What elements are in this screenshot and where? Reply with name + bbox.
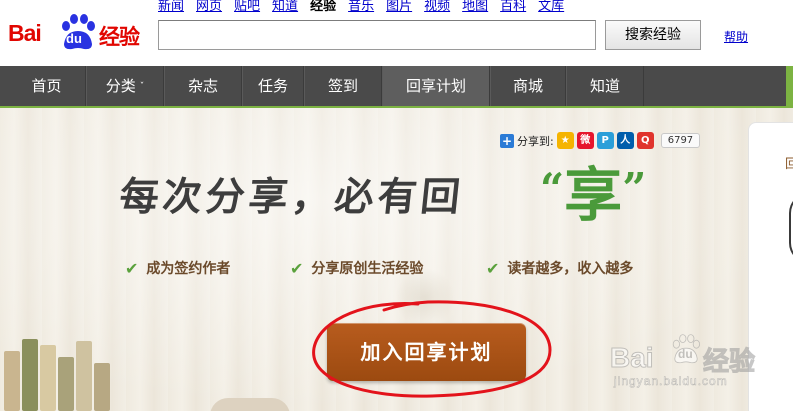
watermark-jingyan: 经验 [702,347,756,378]
site-header: Bai du 经验 新闻 网页 贴吧 知道 经验 音乐 图片 视频 地图 百科 … [0,0,793,66]
product-link-music[interactable]: 音乐 [348,0,374,14]
nav-item-huixiang-plan[interactable]: 回享计划 [382,66,490,106]
nav-item-label: 首页 [31,77,62,95]
share-label: 分享到: [517,134,554,148]
nav-item-label: 分类 [105,77,136,95]
renren-icon[interactable]: 人 [616,132,634,149]
logo-jingyan-text: 经验 [99,25,140,49]
highlight-char: 享 [564,161,623,229]
product-link-news[interactable]: 新闻 [158,0,184,14]
join-huixiang-button[interactable]: 加入回享计划 [327,323,526,381]
feature-text: 分享原创生活经验 [311,261,424,277]
qzone-icon[interactable]: ★ [556,132,574,149]
feature-list: ✔ 成为签约作者 ✔ 分享原创生活经验 ✔ 读者越多，收入越多 [125,258,633,278]
nav-item-label: 知道 [589,77,620,95]
nav-item-label: 任务 [257,77,288,95]
product-links: 新闻 网页 贴吧 知道 经验 音乐 图片 视频 地图 百科 文库 [158,0,576,14]
nav-item-magazine[interactable]: 杂志 [164,66,242,106]
bookshelf-decoration [0,318,130,411]
close-quote: ” [622,164,647,213]
book-spine [22,339,38,411]
check-icon: ✔ [125,258,139,278]
nav-item-label: 商城 [512,77,543,95]
feature-item: ✔ 成为签约作者 [125,258,290,278]
product-link-tieba[interactable]: 贴吧 [234,0,260,14]
share-bar: + 分享到: ★ 微 P 人 Q 6797 [500,132,701,149]
feature-text: 读者越多，收入越多 [507,261,634,277]
watermark-url: jingyan.baidu.com [614,374,728,389]
product-link-zhidao[interactable]: 知道 [272,0,298,14]
nav-item-home[interactable]: 首页 [8,66,86,106]
chevron-down-icon: ˇ [139,82,145,92]
nav-item-zhidao[interactable]: 知道 [566,66,644,106]
search-input[interactable] [158,20,596,50]
product-link-web[interactable]: 网页 [196,0,222,14]
feature-item: ✔ 分享原创生活经验 [290,258,486,278]
banner-headline-highlight: “享” [540,148,680,248]
nav-item-mall[interactable]: 商城 [490,66,566,106]
nav-item-label: 签到 [327,77,358,95]
baidu-jingyan-watermark: Bai du 经验 jingyan.baidu.com [608,326,758,396]
open-quote: “ [540,164,565,213]
share-plus-icon[interactable]: + [500,133,514,148]
check-icon: ✔ [486,258,500,278]
nav-item-tasks[interactable]: 任务 [242,66,304,106]
watermark-du: du [678,347,693,361]
book-spine [94,363,110,411]
logo-bai-text: Bai [8,20,42,46]
side-panel-char: 回 [785,157,793,172]
tqq-icon[interactable]: P [596,132,614,149]
book-spine [40,345,56,411]
side-panel-frame [789,193,793,263]
watermark-bai: Bai [610,342,655,374]
feature-item: ✔ 读者越多，收入越多 [486,258,633,278]
qq-icon[interactable]: Q [636,132,654,149]
product-link-wenku[interactable]: 文库 [538,0,564,14]
weibo-icon[interactable]: 微 [576,132,594,149]
product-link-images[interactable]: 图片 [386,0,412,14]
product-link-map[interactable]: 地图 [462,0,488,14]
book-spine [76,341,92,411]
nav-item-category[interactable]: 分类 ˇ [86,66,164,106]
feature-text: 成为签约作者 [146,261,231,277]
search-button[interactable]: 搜索经验 [605,20,701,50]
logo-du-text: du [66,31,82,46]
nav-item-checkin[interactable]: 签到 [304,66,382,106]
product-link-baike[interactable]: 百科 [500,0,526,14]
share-count: 6797 [660,133,701,148]
baidu-jingyan-logo[interactable]: Bai du 经验 [8,12,144,52]
nav-item-label: 回享计划 [405,77,466,95]
main-nav: 首页 分类 ˇ 杂志 任务 签到 回享计划 商城 知道 [0,66,793,108]
huixiang-banner: 回 + 分享到: ★ 微 P 人 Q 6797 每次分享，必有回 “享” ✔ 成… [0,108,793,411]
product-link-video[interactable]: 视频 [424,0,450,14]
check-icon: ✔ [290,258,304,278]
banner-headline: 每次分享，必有回 [117,174,467,220]
book-spine [58,357,74,411]
lamp-decoration [210,398,290,411]
nav-item-label: 杂志 [187,77,218,95]
help-link[interactable]: 帮助 [724,28,748,45]
product-link-jingyan: 经验 [310,0,337,14]
nav-accent-stripe [786,66,793,106]
book-spine [4,351,20,411]
